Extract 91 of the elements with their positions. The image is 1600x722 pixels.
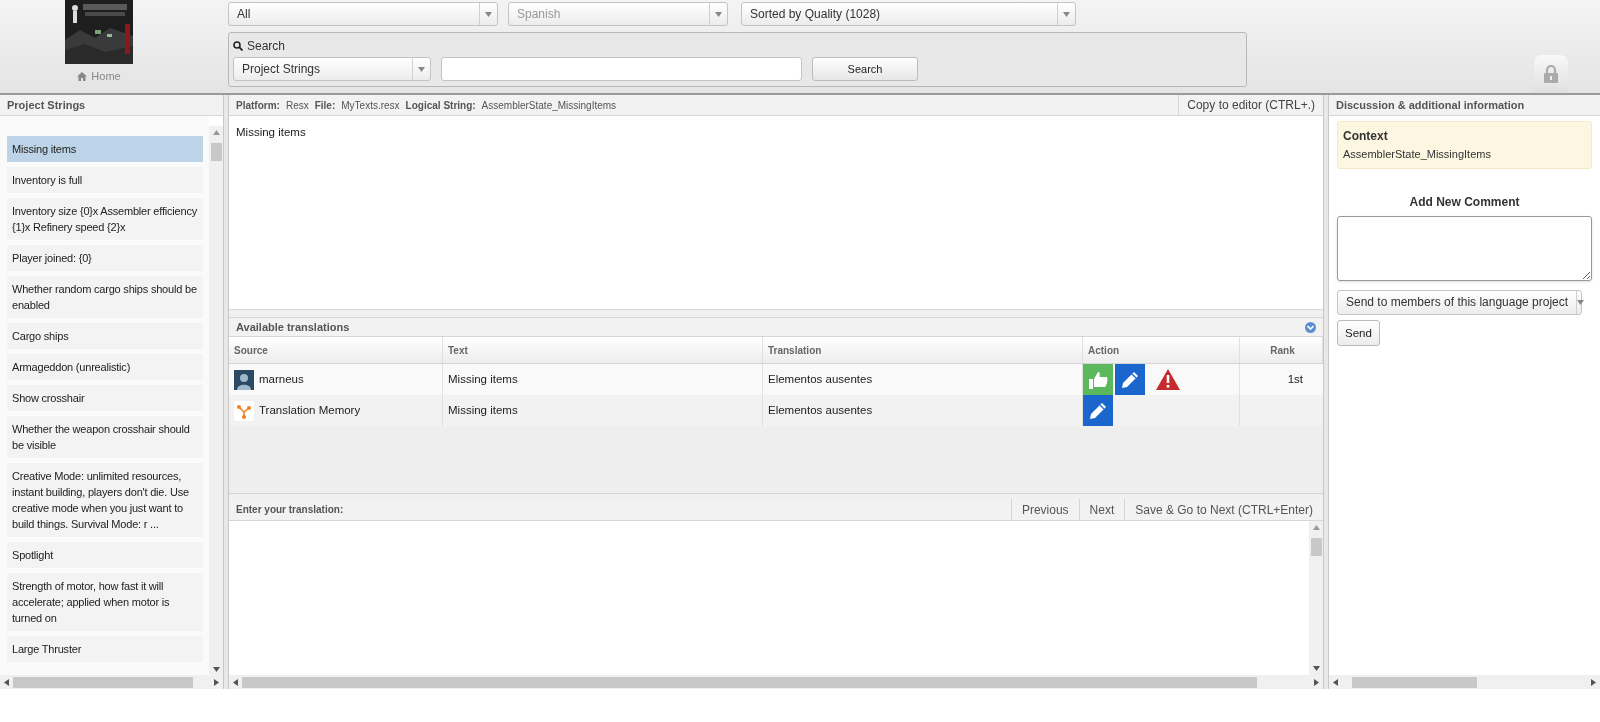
info-label: Logical String: bbox=[405, 98, 476, 113]
source-name: Translation Memory bbox=[259, 402, 361, 418]
thumbs-up-icon bbox=[1088, 370, 1108, 389]
comment-heading: Add New Comment bbox=[1408, 193, 1521, 211]
scroll-left-icon[interactable] bbox=[233, 678, 238, 686]
scroll-right-icon[interactable] bbox=[1314, 678, 1319, 686]
caret-icon bbox=[1063, 11, 1070, 17]
string-item[interactable]: Missing items bbox=[7, 136, 203, 162]
column-header: Action bbox=[1083, 337, 1240, 363]
scroll-thumb[interactable] bbox=[1352, 676, 1477, 688]
scroll-down-icon[interactable] bbox=[1312, 666, 1320, 671]
pencil-icon bbox=[1121, 370, 1139, 389]
scroll-down-icon[interactable] bbox=[212, 667, 220, 672]
string-item[interactable]: Cargo ships bbox=[7, 323, 203, 349]
panel-title: Project Strings bbox=[0, 95, 223, 116]
scroll-left-icon[interactable] bbox=[1333, 678, 1338, 686]
search-label: Search bbox=[233, 39, 1242, 53]
column-header: Translation bbox=[763, 337, 1083, 363]
collapse-icon bbox=[1305, 321, 1316, 333]
info-value: MyTexts.resx bbox=[341, 98, 400, 113]
filter-dropdown[interactable]: All bbox=[228, 2, 498, 26]
context-value: AssemblerState_MissingItems bbox=[1343, 147, 1492, 162]
string-item[interactable]: Spotlight bbox=[7, 542, 203, 568]
scrollbar[interactable] bbox=[1309, 521, 1323, 675]
caret-icon bbox=[418, 66, 425, 72]
scrollbar[interactable] bbox=[229, 675, 1323, 689]
section-title: Available translations bbox=[236, 319, 350, 335]
warning-icon bbox=[1156, 369, 1180, 390]
info-value: Resx bbox=[285, 98, 309, 113]
string-item[interactable]: Inventory is full bbox=[7, 167, 203, 193]
info-label: Platform: bbox=[236, 98, 280, 113]
string-item[interactable]: Whether the weapon crosshair should be visible bbox=[7, 416, 203, 458]
search-field[interactable] bbox=[441, 57, 802, 81]
context-title: Context bbox=[1343, 128, 1389, 145]
splitter-bar[interactable] bbox=[229, 309, 1323, 317]
avatar-icon bbox=[234, 369, 254, 390]
send-button[interactable]: Send bbox=[1337, 320, 1380, 347]
scroll-up-icon[interactable] bbox=[212, 130, 220, 135]
source-text: Missing items bbox=[235, 125, 307, 140]
scroll-up-icon[interactable] bbox=[1312, 525, 1320, 530]
search-button[interactable]: Search bbox=[812, 57, 918, 81]
string-item[interactable]: Player joined: {0} bbox=[7, 245, 203, 271]
collapse-toggle[interactable] bbox=[1305, 321, 1316, 333]
string-item[interactable]: Whether random cargo ships should be enabled bbox=[7, 276, 203, 318]
filter-dropdown[interactable]: Sorted by Quality (1028) bbox=[741, 2, 1076, 26]
home-icon bbox=[77, 71, 88, 81]
string-item[interactable]: Inventory size {0}x Assembler efficiency {1}x Refinery speed {2}x bbox=[7, 198, 203, 240]
scrollbar[interactable] bbox=[209, 126, 223, 675]
edit-button[interactable] bbox=[1083, 395, 1113, 426]
approve-button[interactable] bbox=[1083, 364, 1113, 395]
comment-field[interactable] bbox=[1337, 215, 1592, 281]
nav-button[interactable]: Previous bbox=[1010, 499, 1079, 520]
caret-icon bbox=[1577, 299, 1585, 305]
table-cell: Missing items bbox=[443, 395, 763, 426]
scroll-right-icon[interactable] bbox=[214, 678, 219, 686]
section-title: Enter your translation: bbox=[235, 503, 345, 517]
memory-icon bbox=[234, 400, 254, 421]
column-header: Text bbox=[443, 337, 763, 363]
scroll-thumb[interactable] bbox=[210, 143, 222, 161]
string-item[interactable]: Large Thruster bbox=[7, 636, 203, 662]
scroll-thumb[interactable] bbox=[1310, 538, 1322, 556]
string-item[interactable]: Armageddon (unrealistic) bbox=[7, 354, 203, 380]
panel-title: Discussion & additional information bbox=[1329, 95, 1600, 116]
column-header: Rank bbox=[1240, 337, 1323, 363]
rank-label: 1st bbox=[1287, 371, 1303, 387]
splitter-bar[interactable] bbox=[229, 493, 1323, 499]
scope-dropdown[interactable]: Project Strings bbox=[233, 57, 431, 81]
nav-button[interactable]: Save & Go to Next (CTRL+Enter) bbox=[1124, 499, 1323, 520]
scrollbar[interactable] bbox=[0, 675, 223, 689]
source-name: marneus bbox=[259, 371, 304, 387]
info-value: AssemblerState_MissingItems bbox=[481, 98, 617, 113]
column-header: Source bbox=[229, 337, 443, 363]
recipients-dropdown[interactable]: Send to members of this language project bbox=[1337, 289, 1582, 315]
caret-icon bbox=[715, 11, 722, 17]
string-item[interactable]: Creative Mode: unlimited resources, instant building, players don't die. Use creative mode when you just want to build things. Survival Mode: r ... bbox=[7, 463, 203, 537]
scroll-left-icon[interactable] bbox=[4, 678, 9, 686]
search-icon bbox=[233, 41, 243, 51]
copy-button[interactable]: Copy to editor (CTRL+.) bbox=[1178, 95, 1323, 115]
lock-icon bbox=[1543, 65, 1559, 83]
lock-button[interactable] bbox=[1534, 55, 1568, 93]
info-label: File: bbox=[314, 98, 336, 113]
scroll-thumb[interactable] bbox=[13, 676, 193, 688]
pencil-icon bbox=[1089, 401, 1107, 420]
scroll-right-icon[interactable] bbox=[1591, 678, 1596, 686]
nav-button[interactable]: Next bbox=[1078, 499, 1125, 520]
scrollbar[interactable] bbox=[1329, 675, 1600, 689]
edit-button[interactable] bbox=[1115, 364, 1145, 395]
caret-icon bbox=[485, 11, 492, 17]
scroll-thumb[interactable] bbox=[242, 676, 1257, 688]
string-item[interactable]: Strength of motor, how fast it will accelerate; applied when motor is turned on bbox=[7, 573, 203, 631]
string-item[interactable]: Show crosshair bbox=[7, 385, 203, 411]
